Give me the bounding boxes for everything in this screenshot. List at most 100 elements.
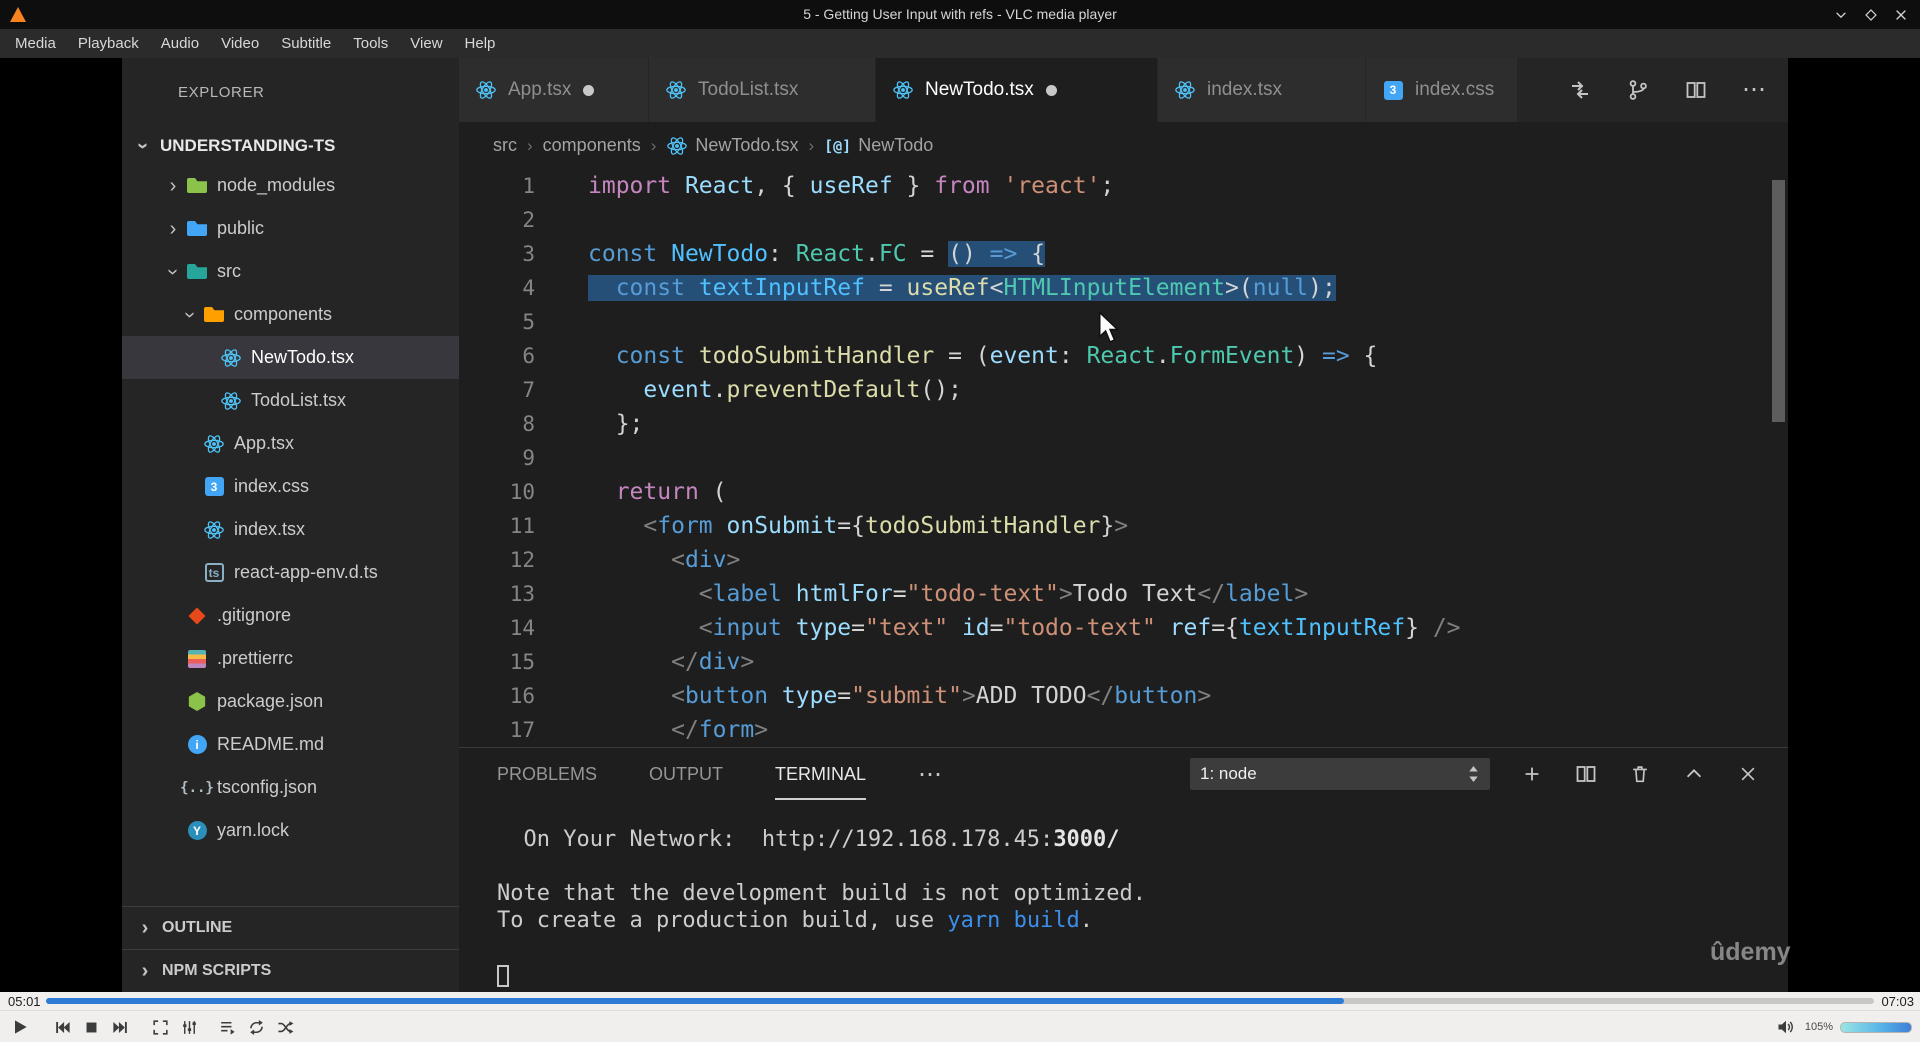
editor-scrollbar[interactable] [1772, 180, 1785, 422]
tree-item-src[interactable]: › src [122, 250, 459, 293]
tree-item-index-css[interactable]: ›3index.css [122, 465, 459, 508]
random-button[interactable] [273, 1015, 297, 1039]
minimize-button[interactable] [1834, 8, 1848, 22]
code-line-4[interactable]: 4 const textInputRef = useRef<HTMLInputE… [459, 271, 1788, 305]
menu-tools[interactable]: Tools [342, 29, 399, 58]
speaker-icon[interactable] [1774, 1015, 1798, 1039]
folder-icon [184, 217, 210, 241]
new-terminal-button[interactable] [1520, 762, 1544, 786]
tree-item-yarn-lock[interactable]: ›Yyarn.lock [122, 809, 459, 852]
code-editor[interactable]: 1 import React, { useRef } from 'react'; 2… [459, 169, 1788, 747]
code-line-13[interactable]: 13 <label htmlFor="todo-text">Todo Text<… [459, 577, 1788, 611]
sidebar-section-outline[interactable]: › OUTLINE [122, 906, 459, 949]
code-line-6[interactable]: 6 const todoSubmitHandler = (event: Reac… [459, 339, 1788, 373]
breadcrumb-item-components[interactable]: components [543, 135, 641, 156]
code-line-3[interactable]: 3 const NewTodo: React.FC = () => { [459, 237, 1788, 271]
video-area[interactable]: EXPLORER › UNDERSTANDING-TS › node_module… [0, 58, 1920, 992]
tab-index-tsx[interactable]: index.tsx [1158, 58, 1366, 122]
code-line-7[interactable]: 7 event.preventDefault(); [459, 373, 1788, 407]
menu-help[interactable]: Help [454, 29, 507, 58]
tree-item-gitignore[interactable]: ›.gitignore [122, 594, 459, 637]
code-text: event.preventDefault(); [643, 377, 962, 403]
file-tree: › node_modules › public › src › components ›NewT… [122, 164, 459, 852]
panel-tab-output[interactable]: OUTPUT [649, 748, 723, 800]
project-root-folder[interactable]: › UNDERSTANDING-TS [122, 128, 459, 164]
volume-area: 105% [1774, 1011, 1912, 1042]
split-terminal-button[interactable] [1574, 762, 1598, 786]
menu-view[interactable]: View [399, 29, 453, 58]
breadcrumb-item-newtodo-tsx[interactable]: NewTodo.tsx [666, 135, 798, 157]
git-branch-icon[interactable] [1626, 78, 1650, 102]
fullscreen-button[interactable] [148, 1015, 172, 1039]
tab-newtodo-tsx[interactable]: NewTodo.tsx [876, 58, 1158, 122]
code-line-16[interactable]: 16 <button type="submit">ADD TODO</butto… [459, 679, 1788, 713]
breadcrumb-item-newtodo[interactable]: [@] NewTodo [824, 135, 933, 156]
menu-media[interactable]: Media [4, 29, 67, 58]
line-number: 9 [522, 446, 535, 470]
tree-item-label: src [217, 261, 241, 281]
breadcrumb-item-src[interactable]: src [493, 135, 517, 156]
sidebar-section-npm-scripts[interactable]: › NPM SCRIPTS [122, 949, 459, 992]
editor-group: App.tsx TodoList.tsx NewTodo.tsx index.tsx 3… [459, 58, 1788, 992]
panel-tab-terminal[interactable]: TERMINAL [775, 748, 867, 800]
tab-index-css[interactable]: 3 index.css [1366, 58, 1518, 122]
code-line-5[interactable]: 5 [459, 305, 1788, 339]
code-line-15[interactable]: 15 </div> [459, 645, 1788, 679]
menu-playback[interactable]: Playback [67, 29, 150, 58]
tree-item-app-tsx[interactable]: ›App.tsx [122, 422, 459, 465]
maximize-button[interactable] [1864, 8, 1878, 22]
maximize-panel-button[interactable] [1682, 762, 1706, 786]
tab-label: index.css [1415, 79, 1495, 100]
tree-item-prettierrc[interactable]: ›.prettierrc [122, 637, 459, 680]
panel-more-icon[interactable]: ⋯ [918, 760, 944, 789]
code-line-2[interactable]: 2 [459, 203, 1788, 237]
open-changes-icon[interactable] [1568, 78, 1592, 102]
more-actions-icon[interactable]: ⋯ [1742, 78, 1766, 102]
play-button[interactable] [8, 1015, 32, 1039]
tree-item-readme-md[interactable]: ›iREADME.md [122, 723, 459, 766]
split-editor-icon[interactable] [1684, 78, 1708, 102]
tree-item-components[interactable]: › components [122, 293, 459, 336]
code-line-12[interactable]: 12 <div> [459, 543, 1788, 577]
next-button[interactable] [108, 1015, 132, 1039]
chevron-right-icon: › [808, 135, 815, 155]
terminal-select[interactable]: 1: node [1190, 758, 1490, 790]
playlist-button[interactable] [215, 1015, 239, 1039]
code-line-1[interactable]: 1 import React, { useRef } from 'react'; [459, 169, 1788, 203]
tree-item-node-modules[interactable]: › node_modules [122, 164, 459, 207]
tree-item-todolist-tsx[interactable]: ›TodoList.tsx [122, 379, 459, 422]
close-button[interactable] [1894, 8, 1908, 22]
tree-item-public[interactable]: › public [122, 207, 459, 250]
terminal-output[interactable]: On Your Network: http://192.168.178.45:3… [497, 826, 1768, 988]
menu-subtitle[interactable]: Subtitle [270, 29, 342, 58]
menu-video[interactable]: Video [210, 29, 270, 58]
extended-settings-button[interactable] [177, 1015, 201, 1039]
code-line-8[interactable]: 8 }; [459, 407, 1788, 441]
tree-item-react-app-env-d-ts[interactable]: ›tsreact-app-env.d.ts [122, 551, 459, 594]
time-elapsed: 05:01 [8, 994, 41, 1009]
seek-slider[interactable] [46, 998, 1874, 1004]
code-line-10[interactable]: 10 return ( [459, 475, 1788, 509]
breadcrumb-label: NewTodo.tsx [695, 135, 799, 155]
tree-item-tsconfig-json[interactable]: ›{..}tsconfig.json [122, 766, 459, 809]
playback-controls: 105% [0, 1010, 1920, 1042]
code-line-14[interactable]: 14 <input type="text" id="todo-text" ref… [459, 611, 1788, 645]
tree-item-index-tsx[interactable]: ›index.tsx [122, 508, 459, 551]
stop-button[interactable] [79, 1015, 103, 1039]
code-line-9[interactable]: 9 [459, 441, 1788, 475]
close-panel-button[interactable] [1736, 762, 1760, 786]
panel-tab-problems[interactable]: PROBLEMS [497, 748, 597, 800]
volume-slider[interactable] [1840, 1021, 1912, 1033]
previous-button[interactable] [50, 1015, 74, 1039]
terminal-cursor [497, 965, 509, 987]
tree-item-package-json[interactable]: ›package.json [122, 680, 459, 723]
code-line-17[interactable]: 17 </form> [459, 713, 1788, 747]
tab-app-tsx[interactable]: App.tsx [459, 58, 649, 122]
code-line-11[interactable]: 11 <form onSubmit={todoSubmitHandler}> [459, 509, 1788, 543]
kill-terminal-button[interactable] [1628, 762, 1652, 786]
menu-audio[interactable]: Audio [150, 29, 210, 58]
tab-todolist-tsx[interactable]: TodoList.tsx [649, 58, 876, 122]
code-text: <button type="submit">ADD TODO</button> [671, 683, 1212, 709]
tree-item-newtodo-tsx[interactable]: ›NewTodo.tsx [122, 336, 459, 379]
loop-button[interactable] [244, 1015, 268, 1039]
